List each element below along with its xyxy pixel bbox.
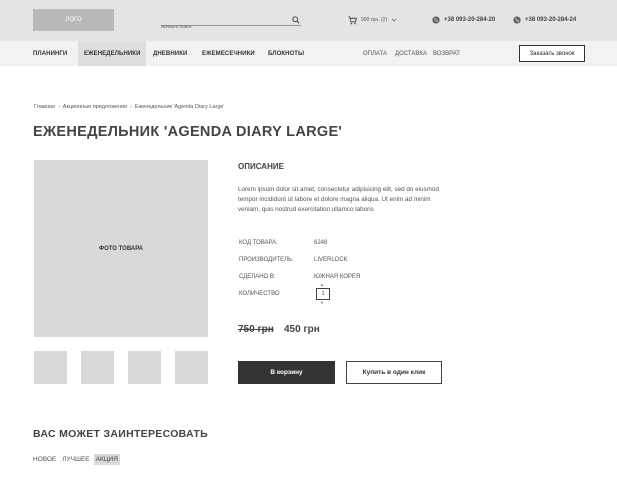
cart-text: 900 грн. (2)	[361, 17, 387, 23]
nav-item-notebooks[interactable]: Блокноты	[262, 41, 310, 66]
nav-link-returns[interactable]: Возврат	[433, 41, 460, 66]
quantity-stepper[interactable]: 1	[316, 288, 330, 300]
prop-label-quantity: Количество	[239, 291, 280, 297]
nav-item-monthlies[interactable]: Ежемесечники	[196, 41, 261, 66]
add-to-cart-button[interactable]: В корзину	[238, 361, 335, 384]
quantity-increment-icon[interactable]: ▲	[320, 283, 324, 287]
related-tabs: Новое Лучшее Акция	[33, 454, 122, 465]
prop-label-code: Код товара:	[239, 240, 278, 246]
nav-item-planners[interactable]: Планинги	[27, 41, 73, 66]
old-price: 750 грн	[238, 324, 274, 335]
product-thumbnail[interactable]	[81, 351, 114, 384]
search-input[interactable]	[161, 21, 286, 32]
new-price: 450 грн	[284, 324, 320, 335]
product-thumbnail[interactable]	[128, 351, 161, 384]
buy-one-click-button[interactable]: Купить в один клик	[346, 361, 442, 384]
callback-button[interactable]: Заказать звонок	[519, 45, 585, 62]
search-icon[interactable]	[292, 16, 300, 24]
page-title: ЕЖЕНЕДЕЛЬНИК 'AGENDA DIARY LARGE'	[33, 124, 343, 140]
search-box[interactable]	[161, 15, 301, 32]
breadcrumb-home[interactable]: Главная	[34, 104, 55, 110]
related-title: ВАС МОЖЕТ ЗАИНТЕРЕСОВАТЬ	[33, 428, 208, 440]
breadcrumb-separator: ›	[130, 104, 132, 110]
phone-1-text: +38 093-20-284-20	[444, 17, 496, 23]
phone-icon	[513, 16, 521, 24]
description-title: ОПИСАНИЕ	[238, 162, 284, 171]
phone-1[interactable]: +38 093-20-284-20	[432, 15, 495, 25]
product-thumbnail[interactable]	[175, 351, 208, 384]
breadcrumb-current: Еженедельник 'Agenda Diary Large'	[134, 104, 225, 110]
phone-2[interactable]: +38 093-20-284-24	[513, 15, 576, 25]
prop-label-manufacturer: Производитель:	[239, 257, 294, 263]
cart-summary[interactable]: 900 грн. (2)	[348, 15, 397, 25]
quantity-decrement-icon[interactable]: ▼	[320, 301, 324, 305]
phone-2-text: +38 093-20-284-24	[525, 17, 577, 23]
phone-icon	[432, 16, 440, 24]
prop-value-code: 6248	[314, 240, 328, 246]
top-bar: ЛОГО 900 грн. (2) +38 093-20-284-20 +38	[0, 0, 617, 41]
product-photo[interactable]: ФОТО ТОВАРА	[34, 160, 208, 337]
nav-item-diaries[interactable]: Дневники	[147, 41, 193, 66]
logo[interactable]: ЛОГО	[33, 9, 114, 31]
tab-new[interactable]: Новое	[33, 454, 58, 465]
product-thumbnail[interactable]	[34, 351, 67, 384]
nav-link-payment[interactable]: Оплата	[363, 41, 387, 66]
breadcrumb: Главная › Акционные предложения › Еженед…	[34, 104, 224, 110]
breadcrumb-separator: ›	[57, 104, 60, 110]
prop-value-origin: Южная Корея	[314, 274, 361, 280]
tab-sale[interactable]: Акция	[93, 454, 120, 465]
nav-item-weeklies[interactable]: Еженедельники	[78, 41, 147, 66]
nav-link-delivery[interactable]: Доставка	[395, 41, 427, 66]
cart-icon	[348, 15, 357, 24]
prop-label-origin: Сделано в:	[239, 274, 276, 280]
breadcrumb-promotions[interactable]: Акционные предложения	[63, 104, 127, 110]
prop-value-manufacturer: LIVERLOCK	[314, 257, 348, 263]
tab-best[interactable]: Лучшее	[60, 454, 91, 465]
description-text: Lorem ipsum dolor sit amet, consectetur …	[238, 186, 439, 213]
logo-text: ЛОГО	[65, 17, 82, 23]
product-photo-label: ФОТО ТОВАРА	[99, 245, 143, 252]
chevron-down-icon[interactable]	[391, 17, 397, 23]
